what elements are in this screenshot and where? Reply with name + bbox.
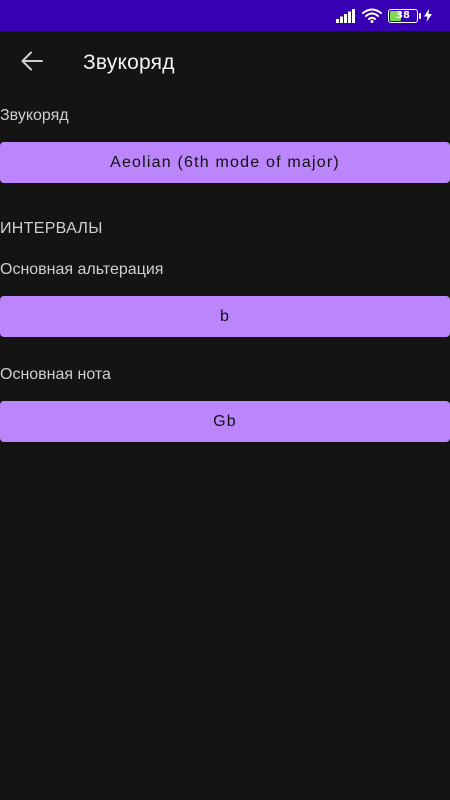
root-note-select-button[interactable]: Gb: [0, 401, 450, 442]
arrow-left-icon: [21, 51, 43, 76]
charging-icon: [424, 9, 432, 22]
page-title: Звукоряд: [83, 51, 175, 74]
back-button[interactable]: [14, 45, 50, 81]
app-bar: Звукоряд: [0, 31, 450, 95]
scale-label: Звукоряд: [0, 107, 69, 124]
battery-level-text: 38: [396, 9, 410, 21]
intervals-header: ИНТЕРВАЛЫ: [0, 220, 103, 237]
scale-select-button[interactable]: Aeolian (6th mode of major): [0, 142, 450, 183]
signal-icon: [336, 8, 356, 23]
wifi-icon: [362, 8, 382, 23]
alteration-label: Основная альтерация: [0, 261, 164, 278]
alteration-select-button[interactable]: b: [0, 296, 450, 337]
root-note-label: Основная нота: [0, 366, 111, 383]
battery-icon: 38: [388, 8, 421, 23]
status-bar: 38: [0, 0, 450, 31]
